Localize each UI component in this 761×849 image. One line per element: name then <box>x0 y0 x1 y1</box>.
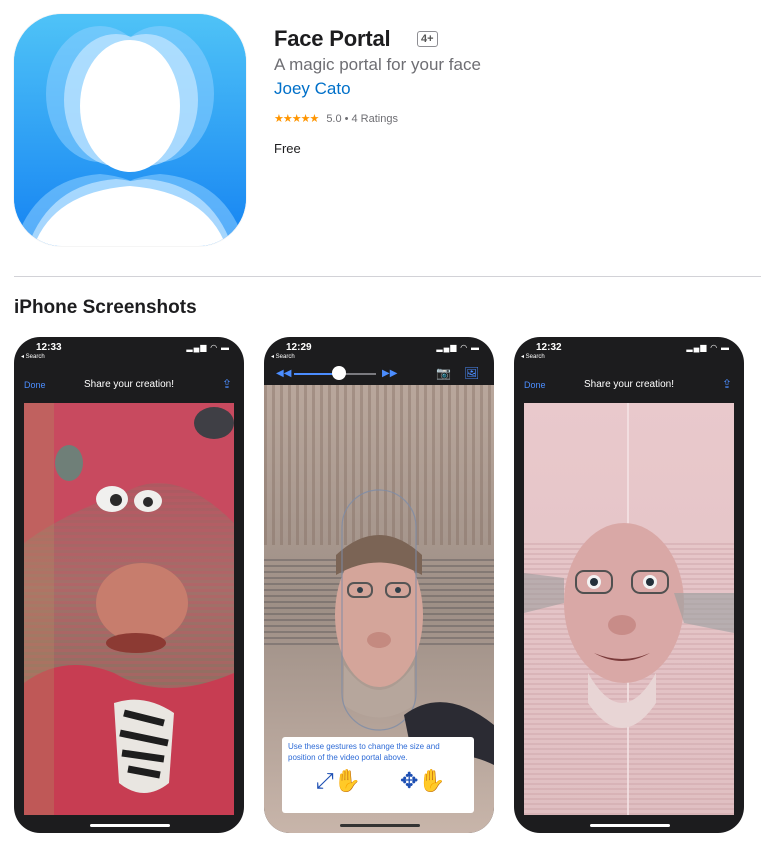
move-gesture-icon: ✥✋ <box>400 768 446 793</box>
face-silhouette-icon <box>14 14 246 246</box>
fast-forward-icon: ▶▶ <box>382 368 398 379</box>
rating-row: ★★★★★ 5.0 • 4 Ratings <box>274 112 398 126</box>
warped-photo <box>24 403 234 815</box>
ratings-count: 4 Ratings <box>351 112 398 125</box>
share-icon: ⇪ <box>221 377 232 391</box>
rewind-icon: ◀◀ <box>276 368 292 379</box>
camera-icon: 📷 <box>436 366 451 380</box>
back-to-search: ◂ Search <box>271 354 295 360</box>
share-title: Share your creation! <box>83 379 175 390</box>
playback-toolbar: ◀◀ ▶▶ 📷 🖼 <box>264 363 494 385</box>
status-bar: 12:29 ◂ Search ▂▄▆ ◠ ▬ <box>264 337 494 363</box>
screenshot-1[interactable]: 12:33 ◂ Search ▂▄▆ ◠ ▬ Done Share your c… <box>14 337 244 833</box>
warped-photo <box>524 403 734 815</box>
developer-link[interactable]: Joey Cato <box>274 79 351 99</box>
status-icons: ▂▄▆ ◠ ▬ <box>186 343 230 352</box>
share-title: Share your creation! <box>583 379 675 390</box>
status-time: 12:29 <box>286 342 312 353</box>
image-icon: 🖼 <box>464 366 480 380</box>
back-to-search: ◂ Search <box>521 354 545 360</box>
nav-bar: Done Share your creation! ⇪ <box>14 373 244 395</box>
gesture-hint-text: Use these gestures to change the size an… <box>288 742 440 762</box>
share-icon: ⇪ <box>721 377 732 391</box>
home-indicator <box>340 824 420 827</box>
age-rating-badge: 4+ <box>417 31 438 47</box>
pinch-gesture-icon: ⤢✋ <box>316 768 361 793</box>
app-icon <box>14 14 246 246</box>
screenshot-3[interactable]: 12:32 ◂ Search ▂▄▆ ◠ ▬ Done Share your c… <box>514 337 744 833</box>
status-icons: ▂▄▆ ◠ ▬ <box>686 343 730 352</box>
status-bar: 12:33 ◂ Search ▂▄▆ ◠ ▬ <box>14 337 244 363</box>
divider <box>14 276 761 277</box>
app-subtitle: A magic portal for your face <box>274 55 481 74</box>
status-icons: ▂▄▆ ◠ ▬ <box>436 343 480 352</box>
price: Free <box>274 141 301 156</box>
nav-bar: Done Share your creation! ⇪ <box>514 373 744 395</box>
back-to-search: ◂ Search <box>21 354 45 360</box>
slider-knob <box>332 366 347 380</box>
home-indicator <box>90 824 170 827</box>
status-time: 12:33 <box>36 342 62 353</box>
screenshot-2[interactable]: 12:29 ◂ Search ▂▄▆ ◠ ▬ ◀◀ ▶▶ 📷 🖼 Use the… <box>264 337 494 833</box>
star-rating-icon: ★★★★★ <box>274 113 319 125</box>
rating-value: 5.0 <box>326 112 342 125</box>
rating-separator: • <box>344 112 349 125</box>
section-title: iPhone Screenshots <box>14 297 197 318</box>
gesture-hint-panel: Use these gestures to change the size an… <box>282 737 474 813</box>
status-bar: 12:32 ◂ Search ▂▄▆ ◠ ▬ <box>514 337 744 363</box>
home-indicator <box>590 824 670 827</box>
status-time: 12:32 <box>536 342 562 353</box>
app-title: Face Portal <box>274 26 391 51</box>
